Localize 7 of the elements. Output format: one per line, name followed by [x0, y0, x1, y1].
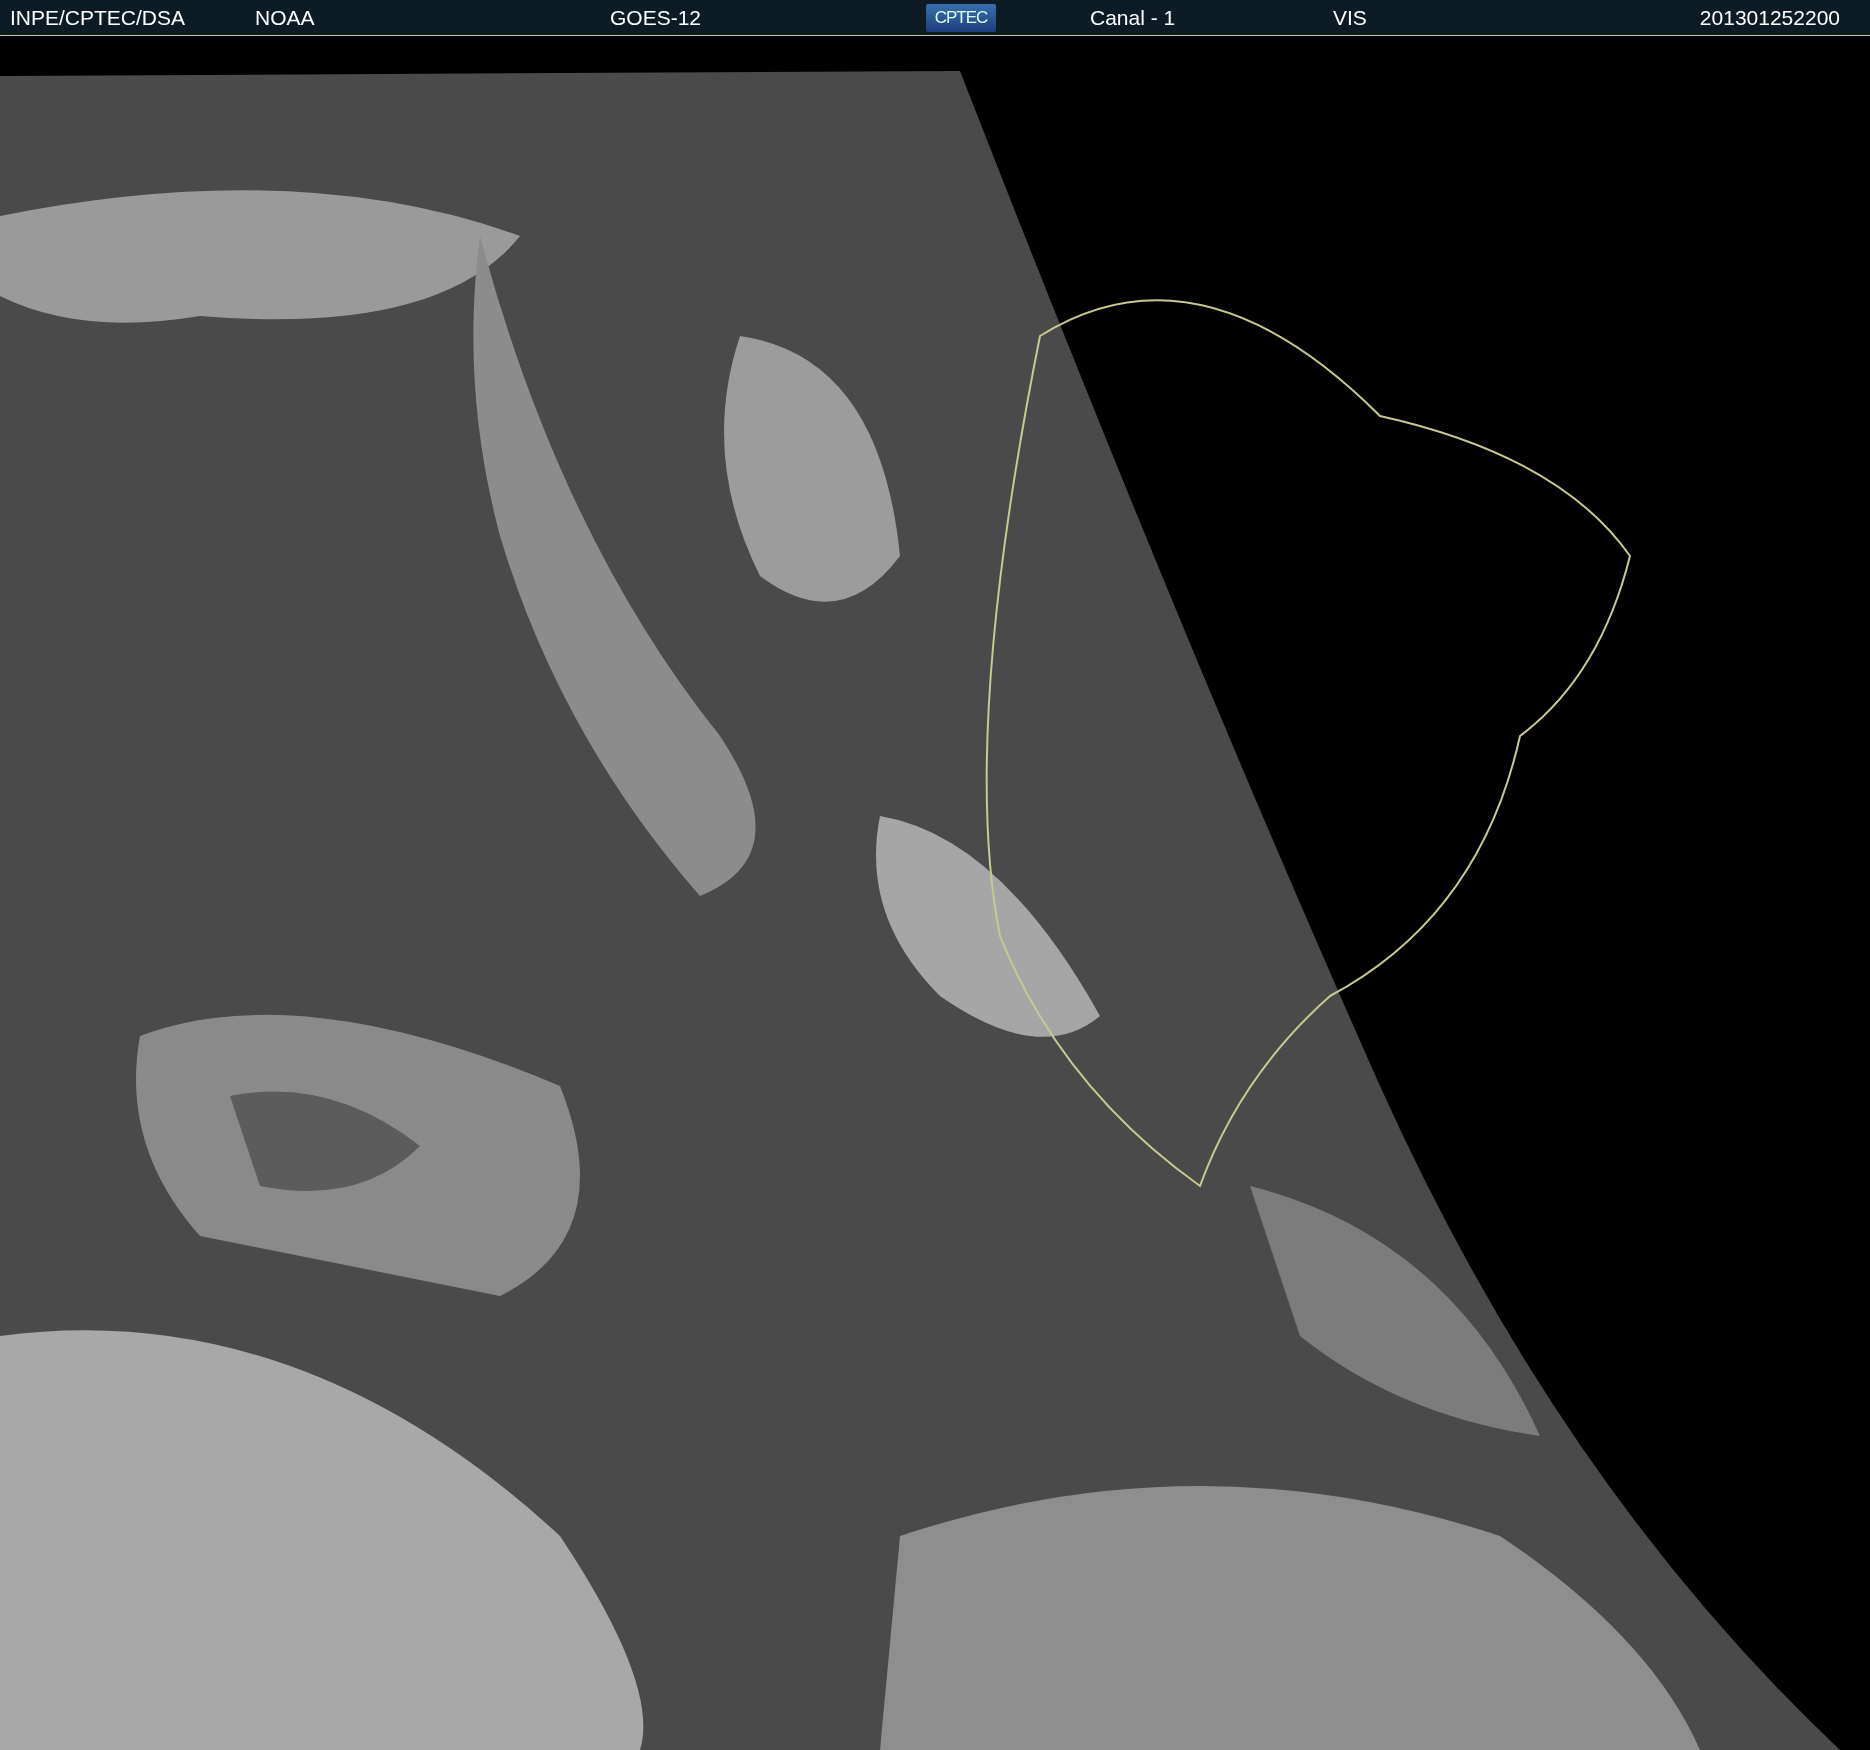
agency-label: NOAA	[255, 5, 316, 30]
timestamp-label: 201301252200	[1699, 5, 1840, 30]
channel-label: Canal - 1	[1090, 5, 1177, 30]
source-label: INPE/CPTEC/DSA	[10, 5, 187, 30]
band-label: VIS	[1333, 5, 1368, 30]
satellite-label: GOES-12	[610, 5, 703, 30]
logo: CPTEC	[926, 3, 996, 32]
